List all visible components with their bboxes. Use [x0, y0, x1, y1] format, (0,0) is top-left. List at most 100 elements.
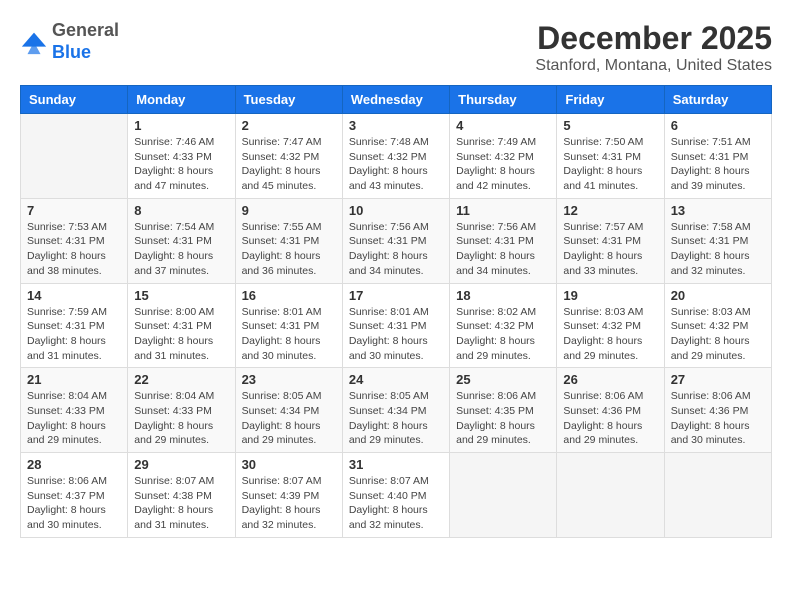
- day-number: 7: [27, 203, 121, 218]
- calendar-week-row: 21Sunrise: 8:04 AMSunset: 4:33 PMDayligh…: [21, 368, 772, 453]
- day-info: Sunrise: 8:04 AMSunset: 4:33 PMDaylight:…: [134, 389, 228, 448]
- day-info: Sunrise: 7:54 AMSunset: 4:31 PMDaylight:…: [134, 220, 228, 279]
- day-number: 30: [242, 457, 336, 472]
- weekday-header-friday: Friday: [557, 86, 664, 114]
- day-number: 28: [27, 457, 121, 472]
- day-info: Sunrise: 8:07 AMSunset: 4:40 PMDaylight:…: [349, 474, 443, 533]
- calendar-cell: 1 Sunrise: 7:46 AMSunset: 4:33 PMDaylight…: [128, 114, 235, 199]
- day-info: Sunrise: 8:02 AMSunset: 4:32 PMDaylight:…: [456, 305, 550, 364]
- weekday-header-row: SundayMondayTuesdayWednesdayThursdayFrid…: [21, 86, 772, 114]
- day-info: Sunrise: 7:47 AMSunset: 4:32 PMDaylight:…: [242, 135, 336, 194]
- day-number: 31: [349, 457, 443, 472]
- day-number: 1: [134, 118, 228, 133]
- day-info: Sunrise: 8:06 AMSunset: 4:36 PMDaylight:…: [671, 389, 765, 448]
- calendar-cell: 6 Sunrise: 7:51 AMSunset: 4:31 PMDaylight…: [664, 114, 771, 199]
- day-number: 24: [349, 372, 443, 387]
- day-info: Sunrise: 8:06 AMSunset: 4:37 PMDaylight:…: [27, 474, 121, 533]
- day-number: 13: [671, 203, 765, 218]
- day-info: Sunrise: 7:56 AMSunset: 4:31 PMDaylight:…: [456, 220, 550, 279]
- day-info: Sunrise: 8:04 AMSunset: 4:33 PMDaylight:…: [27, 389, 121, 448]
- day-info: Sunrise: 8:05 AMSunset: 4:34 PMDaylight:…: [242, 389, 336, 448]
- day-info: Sunrise: 8:07 AMSunset: 4:38 PMDaylight:…: [134, 474, 228, 533]
- page-header: General Blue December 2025 Stanford, Mon…: [20, 20, 772, 75]
- day-number: 11: [456, 203, 550, 218]
- title-section: December 2025 Stanford, Montana, United …: [535, 20, 772, 75]
- day-number: 6: [671, 118, 765, 133]
- weekday-header-tuesday: Tuesday: [235, 86, 342, 114]
- day-number: 16: [242, 288, 336, 303]
- day-info: Sunrise: 8:06 AMSunset: 4:35 PMDaylight:…: [456, 389, 550, 448]
- calendar-cell: 18 Sunrise: 8:02 AMSunset: 4:32 PMDayligh…: [450, 283, 557, 368]
- weekday-header-thursday: Thursday: [450, 86, 557, 114]
- calendar-week-row: 1 Sunrise: 7:46 AMSunset: 4:33 PMDaylight…: [21, 114, 772, 199]
- calendar-week-row: 28 Sunrise: 8:06 AMSunset: 4:37 PMDayligh…: [21, 453, 772, 538]
- day-info: Sunrise: 7:48 AMSunset: 4:32 PMDaylight:…: [349, 135, 443, 194]
- day-number: 5: [563, 118, 657, 133]
- day-number: 3: [349, 118, 443, 133]
- day-number: 25: [456, 372, 550, 387]
- day-info: Sunrise: 8:01 AMSunset: 4:31 PMDaylight:…: [349, 305, 443, 364]
- weekday-header-wednesday: Wednesday: [342, 86, 449, 114]
- calendar-cell: 16 Sunrise: 8:01 AMSunset: 4:31 PMDayligh…: [235, 283, 342, 368]
- day-number: 20: [671, 288, 765, 303]
- calendar-cell: 23 Sunrise: 8:05 AMSunset: 4:34 PMDayligh…: [235, 368, 342, 453]
- day-info: Sunrise: 7:56 AMSunset: 4:31 PMDaylight:…: [349, 220, 443, 279]
- day-number: 4: [456, 118, 550, 133]
- day-number: 23: [242, 372, 336, 387]
- calendar-cell: 12Sunrise: 7:57 AMSunset: 4:31 PMDayligh…: [557, 198, 664, 283]
- day-info: Sunrise: 7:50 AMSunset: 4:31 PMDaylight:…: [563, 135, 657, 194]
- day-number: 14: [27, 288, 121, 303]
- calendar-cell: 14 Sunrise: 7:59 AMSunset: 4:31 PMDayligh…: [21, 283, 128, 368]
- calendar-table: SundayMondayTuesdayWednesdayThursdayFrid…: [20, 85, 772, 538]
- logo-icon: [20, 28, 48, 56]
- day-number: 18: [456, 288, 550, 303]
- calendar-cell: 11 Sunrise: 7:56 AMSunset: 4:31 PMDayligh…: [450, 198, 557, 283]
- day-number: 29: [134, 457, 228, 472]
- weekday-header-sunday: Sunday: [21, 86, 128, 114]
- month-title: December 2025: [535, 20, 772, 57]
- calendar-cell: 26 Sunrise: 8:06 AMSunset: 4:36 PMDayligh…: [557, 368, 664, 453]
- logo: General Blue: [20, 20, 119, 63]
- calendar-cell: 21Sunrise: 8:04 AMSunset: 4:33 PMDayligh…: [21, 368, 128, 453]
- day-info: Sunrise: 7:55 AMSunset: 4:31 PMDaylight:…: [242, 220, 336, 279]
- calendar-cell: 28 Sunrise: 8:06 AMSunset: 4:37 PMDayligh…: [21, 453, 128, 538]
- day-number: 9: [242, 203, 336, 218]
- day-info: Sunrise: 8:06 AMSunset: 4:36 PMDaylight:…: [563, 389, 657, 448]
- day-number: 22: [134, 372, 228, 387]
- calendar-cell: 25 Sunrise: 8:06 AMSunset: 4:35 PMDayligh…: [450, 368, 557, 453]
- calendar-cell: 2 Sunrise: 7:47 AMSunset: 4:32 PMDaylight…: [235, 114, 342, 199]
- calendar-week-row: 14 Sunrise: 7:59 AMSunset: 4:31 PMDayligh…: [21, 283, 772, 368]
- calendar-cell: 31 Sunrise: 8:07 AMSunset: 4:40 PMDayligh…: [342, 453, 449, 538]
- day-number: 26: [563, 372, 657, 387]
- calendar-cell: [21, 114, 128, 199]
- day-info: Sunrise: 7:58 AMSunset: 4:31 PMDaylight:…: [671, 220, 765, 279]
- day-info: Sunrise: 8:01 AMSunset: 4:31 PMDaylight:…: [242, 305, 336, 364]
- day-info: Sunrise: 7:46 AMSunset: 4:33 PMDaylight:…: [134, 135, 228, 194]
- day-info: Sunrise: 8:03 AMSunset: 4:32 PMDaylight:…: [563, 305, 657, 364]
- calendar-cell: 10 Sunrise: 7:56 AMSunset: 4:31 PMDayligh…: [342, 198, 449, 283]
- calendar-cell: 9 Sunrise: 7:55 AMSunset: 4:31 PMDaylight…: [235, 198, 342, 283]
- day-number: 2: [242, 118, 336, 133]
- location: Stanford, Montana, United States: [535, 57, 772, 75]
- weekday-header-monday: Monday: [128, 86, 235, 114]
- calendar-cell: 5 Sunrise: 7:50 AMSunset: 4:31 PMDaylight…: [557, 114, 664, 199]
- day-number: 19: [563, 288, 657, 303]
- calendar-cell: 15 Sunrise: 8:00 AMSunset: 4:31 PMDayligh…: [128, 283, 235, 368]
- day-info: Sunrise: 7:51 AMSunset: 4:31 PMDaylight:…: [671, 135, 765, 194]
- day-number: 17: [349, 288, 443, 303]
- calendar-cell: 17 Sunrise: 8:01 AMSunset: 4:31 PMDayligh…: [342, 283, 449, 368]
- calendar-cell: 3 Sunrise: 7:48 AMSunset: 4:32 PMDaylight…: [342, 114, 449, 199]
- day-info: Sunrise: 8:00 AMSunset: 4:31 PMDaylight:…: [134, 305, 228, 364]
- calendar-cell: 30 Sunrise: 8:07 AMSunset: 4:39 PMDayligh…: [235, 453, 342, 538]
- day-info: Sunrise: 7:53 AMSunset: 4:31 PMDaylight:…: [27, 220, 121, 279]
- weekday-header-saturday: Saturday: [664, 86, 771, 114]
- day-info: Sunrise: 8:05 AMSunset: 4:34 PMDaylight:…: [349, 389, 443, 448]
- day-number: 15: [134, 288, 228, 303]
- calendar-cell: [557, 453, 664, 538]
- day-info: Sunrise: 8:07 AMSunset: 4:39 PMDaylight:…: [242, 474, 336, 533]
- calendar-cell: 24 Sunrise: 8:05 AMSunset: 4:34 PMDayligh…: [342, 368, 449, 453]
- day-number: 10: [349, 203, 443, 218]
- day-info: Sunrise: 7:59 AMSunset: 4:31 PMDaylight:…: [27, 305, 121, 364]
- calendar-cell: 19 Sunrise: 8:03 AMSunset: 4:32 PMDayligh…: [557, 283, 664, 368]
- day-number: 8: [134, 203, 228, 218]
